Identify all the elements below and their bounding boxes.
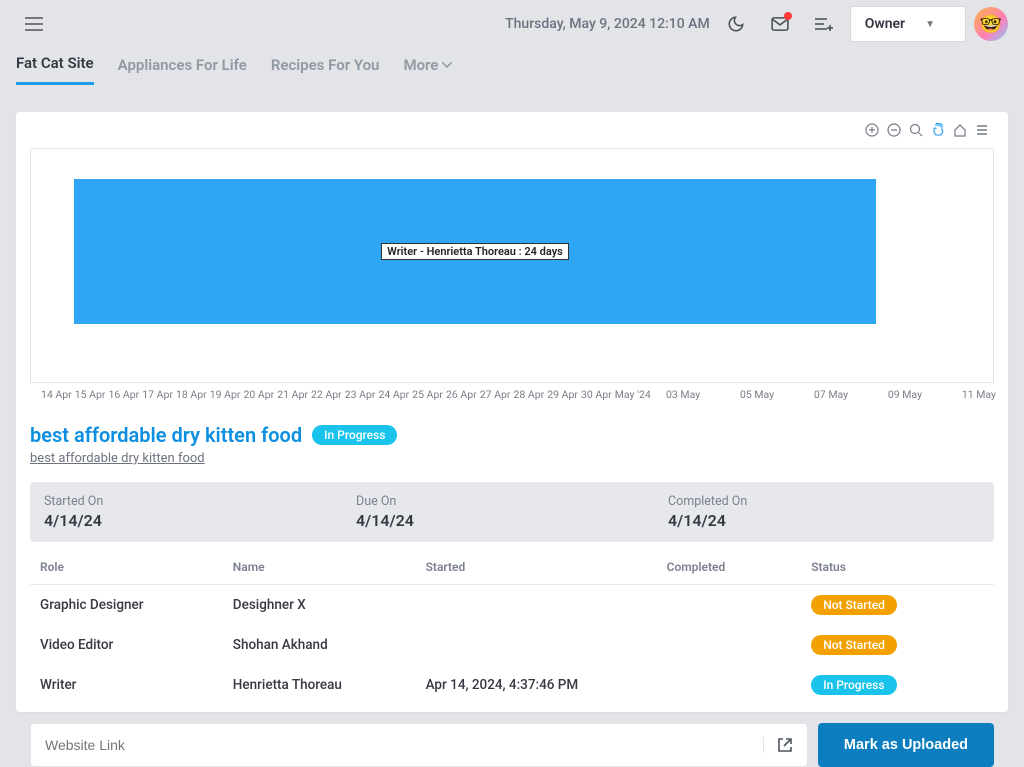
menu-toggle[interactable] [16, 6, 52, 42]
task-dates-bar: Started On 4/14/24 Due On 4/14/24 Comple… [30, 482, 994, 542]
cell-started [416, 585, 657, 626]
started-on-value: 4/14/24 [44, 511, 356, 530]
table-row: Graphic DesignerDesighner X Not Started [30, 585, 994, 626]
chart-tick: 20 Apr [244, 388, 275, 401]
cell-status: In Progress [801, 665, 994, 705]
task-title-row: best affordable dry kitten food In Progr… [30, 423, 994, 447]
tabs-row: Fat Cat Site Appliances For Life Recipes… [0, 48, 1024, 86]
chart-tick: 03 May [666, 388, 700, 401]
pan-icon[interactable] [930, 122, 946, 138]
bottom-row: Mark as Uploaded [30, 723, 994, 767]
tab-recipes[interactable]: Recipes For You [271, 56, 380, 84]
chart-tick: 23 Apr [345, 388, 376, 401]
cell-completed [657, 665, 802, 705]
mark-uploaded-button[interactable]: Mark as Uploaded [818, 723, 994, 767]
chart-tick: 28 Apr [514, 388, 545, 401]
chart-tick: 15 Apr [75, 388, 106, 401]
owner-select-label: Owner [865, 16, 905, 32]
started-on-label: Started On [44, 494, 356, 509]
website-link-input[interactable] [31, 737, 763, 753]
due-on-label: Due On [356, 494, 668, 509]
cell-status: Not Started [801, 585, 994, 626]
chart-tick: 09 May [888, 388, 922, 401]
chart-tick: 27 Apr [480, 388, 511, 401]
status-badge: Not Started [811, 595, 897, 615]
chart-tick: 11 May [962, 388, 996, 401]
main-card: Writer - Henrietta Thoreau : 24 days 14 … [16, 112, 1008, 712]
cell-started [416, 625, 657, 665]
website-link-wrapper [30, 723, 808, 767]
chart-tick: May '24 [615, 388, 651, 401]
gantt-bar-label: Writer - Henrietta Thoreau : 24 days [381, 243, 569, 260]
gantt-chart[interactable]: Writer - Henrietta Thoreau : 24 days 14 … [30, 148, 994, 383]
table-row: WriterHenrietta ThoreauApr 14, 2024, 4:3… [30, 665, 994, 705]
tab-more[interactable]: More [403, 56, 452, 84]
home-icon[interactable] [952, 122, 968, 138]
gantt-bar-writer[interactable]: Writer - Henrietta Thoreau : 24 days [74, 179, 876, 324]
chart-tick: 14 Apr [41, 388, 72, 401]
chart-tick: 22 Apr [311, 388, 342, 401]
cell-status: Not Started [801, 625, 994, 665]
zoom-out-icon[interactable] [886, 122, 902, 138]
chevron-down-icon: ▼ [925, 19, 935, 30]
due-on-value: 4/14/24 [356, 511, 668, 530]
chart-xaxis-sparse: 03 May 05 May 07 May 09 May 11 May [666, 388, 996, 401]
cell-role: Video Editor [30, 625, 223, 665]
chart-tick: 05 May [740, 388, 774, 401]
task-title: best affordable dry kitten food [30, 423, 302, 447]
open-link-button[interactable] [763, 737, 807, 753]
tab-more-label: More [403, 56, 438, 74]
cell-name: Shohan Akhand [223, 625, 416, 665]
chart-tick: 17 Apr [142, 388, 173, 401]
chart-tick: 18 Apr [176, 388, 207, 401]
dark-mode-toggle[interactable] [718, 6, 754, 42]
chevron-down-icon [442, 62, 452, 68]
status-badge: In Progress [811, 675, 896, 695]
chart-toolbar [864, 122, 990, 138]
avatar[interactable]: 🤓 [974, 7, 1008, 41]
notification-dot [784, 12, 792, 20]
chart-tick: 07 May [814, 388, 848, 401]
col-name: Name [223, 550, 416, 585]
chart-xaxis-dense: 14 Apr15 Apr16 Apr17 Apr18 Apr19 Apr20 A… [41, 388, 651, 401]
inbox-button[interactable] [762, 6, 798, 42]
col-started: Started [416, 550, 657, 585]
chart-tick: 26 Apr [446, 388, 477, 401]
chart-tick: 21 Apr [277, 388, 308, 401]
col-completed: Completed [657, 550, 802, 585]
table-row: Video EditorShohan Akhand Not Started [30, 625, 994, 665]
completed-on-value: 4/14/24 [668, 511, 980, 530]
cell-name: Henrietta Thoreau [223, 665, 416, 705]
roles-table: Role Name Started Completed Status Graph… [30, 550, 994, 705]
col-role: Role [30, 550, 223, 585]
task-link[interactable]: best affordable dry kitten food [30, 451, 205, 466]
tab-fat-cat-site[interactable]: Fat Cat Site [16, 54, 94, 85]
owner-select[interactable]: Owner ▼ [850, 6, 966, 42]
cell-completed [657, 585, 802, 626]
completed-on-label: Completed On [668, 494, 980, 509]
cell-name: Desighner X [223, 585, 416, 626]
chart-tick: 19 Apr [210, 388, 241, 401]
cell-role: Writer [30, 665, 223, 705]
chart-tick: 16 Apr [109, 388, 140, 401]
cell-started: Apr 14, 2024, 4:37:46 PM [416, 665, 657, 705]
cell-role: Graphic Designer [30, 585, 223, 626]
zoom-in-icon[interactable] [864, 122, 880, 138]
search-icon[interactable] [908, 122, 924, 138]
status-badge: Not Started [811, 635, 897, 655]
menu-icon[interactable] [974, 122, 990, 138]
filter-button[interactable] [806, 6, 842, 42]
task-status-pill: In Progress [312, 425, 397, 445]
chart-tick: 30 Apr [581, 388, 612, 401]
chart-tick: 29 Apr [547, 388, 578, 401]
col-status: Status [801, 550, 994, 585]
header-datetime: Thursday, May 9, 2024 12:10 AM [505, 16, 710, 32]
cell-completed [657, 625, 802, 665]
chart-tick: 25 Apr [412, 388, 443, 401]
tab-appliances[interactable]: Appliances For Life [118, 56, 247, 84]
chart-tick: 24 Apr [379, 388, 410, 401]
